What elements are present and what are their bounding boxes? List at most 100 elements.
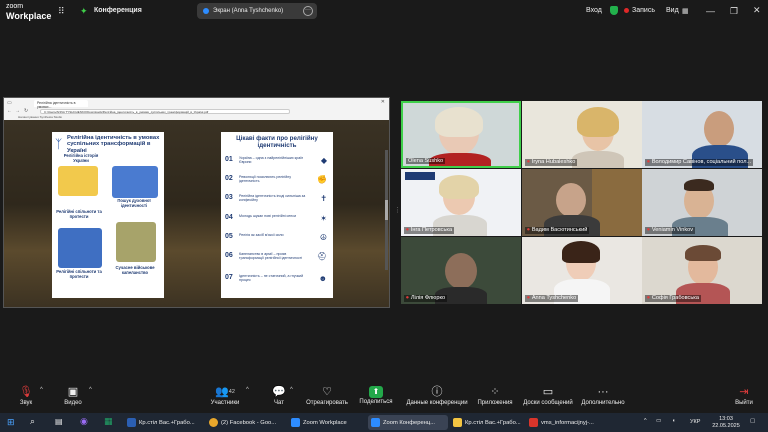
- fact-text: Ідентичність – не статичний, а гнучкий п…: [239, 274, 304, 283]
- restore-icon[interactable]: ❐: [730, 6, 738, 17]
- participant-tile[interactable]: Olena Sushko: [401, 101, 521, 168]
- volume-icon[interactable]: ◖: [672, 418, 675, 425]
- meeting-data-button[interactable]: ⓘ Данные конференции: [404, 383, 470, 407]
- leave-button[interactable]: ⇥ Выйти: [730, 383, 758, 407]
- youth-icon: ✶: [320, 214, 327, 223]
- security-shield-icon[interactable]: [610, 6, 618, 15]
- ukraine-map-icon: ◆: [320, 156, 327, 165]
- audio-caret-icon[interactable]: ^: [40, 387, 43, 393]
- task-view-icon[interactable]: ▤: [55, 417, 63, 426]
- soldier-illustration: [116, 222, 156, 262]
- taskbar-label: Zoom Конференц...: [383, 419, 436, 426]
- participant-tile[interactable]: ⏺ Anna Tyshchenko: [522, 237, 642, 304]
- fist-icon: ✊: [317, 175, 327, 184]
- chat-caret-icon[interactable]: ^: [290, 387, 293, 393]
- record-label[interactable]: Запись: [632, 7, 655, 14]
- taskbar-zoom-meeting[interactable]: Zoom Конференц...: [368, 415, 448, 430]
- participants-count: 42: [228, 389, 235, 395]
- brand-line2: Workplace: [6, 11, 52, 21]
- forward-arrow-icon[interactable]: →: [15, 108, 20, 114]
- more-button[interactable]: ··· Дополнительно: [578, 383, 628, 407]
- meeting-shield-icon[interactable]: ✦: [80, 6, 88, 17]
- minimize-icon[interactable]: —: [706, 6, 715, 16]
- muted-mic-icon: ⏺: [647, 295, 650, 301]
- view-grid-icon[interactable]: ▦: [682, 7, 689, 15]
- taskbar-zoom-workplace[interactable]: Zoom Workplace: [288, 415, 366, 430]
- participant-torso: [572, 151, 624, 168]
- language-indicator[interactable]: УКР: [690, 419, 700, 426]
- fact-number: 05: [225, 233, 233, 240]
- fact-item: 04 Молодь шукає нові релігійні сенси ✶: [225, 214, 329, 227]
- tray-chevron-icon[interactable]: ^: [644, 418, 647, 425]
- browser-tab[interactable]: Релігійна ідентичність в умовах...: [34, 100, 88, 109]
- viber-icon[interactable]: ◉: [80, 416, 88, 427]
- participant-tile[interactable]: ⏺ Iryna Hubaleshko: [522, 101, 642, 168]
- participant-tile[interactable]: ⏺ Інга Петровська: [401, 169, 521, 236]
- muted-mic-icon: ⏺: [406, 295, 409, 301]
- audio-button[interactable]: 🎙 Звук: [12, 383, 40, 407]
- participant-tile[interactable]: ⏺ Софія Грабовська: [642, 237, 762, 304]
- search-icon[interactable]: ⌕: [30, 416, 35, 427]
- taskbar-word[interactable]: Кр.стіл Вас.+Грабо...: [124, 415, 204, 430]
- heart-icon: ♡: [322, 386, 332, 398]
- chat-icon: 💬: [272, 386, 286, 398]
- fact-number: 02: [225, 175, 233, 182]
- bookmarks-bar[interactable]: Налаштування Synthesia Studio: [18, 115, 62, 119]
- more-options-icon[interactable]: ···: [303, 6, 313, 16]
- fact-item: 05 Релігія як засіб м'якої сили ☮: [225, 233, 329, 246]
- participant-tile[interactable]: ⏺ Veniamin Vinkov: [642, 169, 762, 236]
- split-handle-icon[interactable]: ⋮: [394, 206, 401, 214]
- participant-tile[interactable]: ⏺ Вадим Васютинський: [522, 169, 642, 236]
- meeting-data-label: Данные конференции: [406, 400, 468, 406]
- fact-text: Капеланство в армії – прояв трансформаці…: [239, 252, 303, 261]
- share-screen-button[interactable]: ⬆ Поделиться: [356, 383, 396, 406]
- participant-tile[interactable]: ⏺ Володимир Савінов, соціальний пол...: [642, 101, 762, 168]
- windows-start-icon[interactable]: ⊞: [7, 417, 15, 428]
- whiteboards-label: Доски сообщений: [523, 400, 573, 406]
- reload-icon[interactable]: ↻: [24, 108, 28, 114]
- participant-name: ⏺ Софія Грабовська: [645, 295, 701, 302]
- participants-button[interactable]: 👥42 Участники: [206, 383, 244, 407]
- chat-button[interactable]: 💬 Чат: [266, 383, 292, 407]
- participant-name: ⏺ Лілія Флюрко: [404, 295, 448, 302]
- back-arrow-icon[interactable]: ←: [7, 108, 12, 114]
- taskbar-chrome[interactable]: (2) Facebook - Goo...: [206, 415, 286, 430]
- login-button[interactable]: Вход: [586, 7, 602, 14]
- browser-close-icon[interactable]: ✕: [381, 99, 385, 105]
- close-icon[interactable]: ✕: [753, 5, 761, 16]
- react-button[interactable]: ♡ Отреагировать: [304, 383, 350, 407]
- taskbar-folder[interactable]: Кр.стіл Вас.+Грабо...: [450, 415, 522, 430]
- muted-mic-icon: ⏺: [647, 159, 650, 165]
- apps-button[interactable]: ⁘ Приложения: [474, 383, 516, 407]
- participant-hair: [439, 175, 479, 199]
- network-icon[interactable]: ▭: [656, 418, 661, 425]
- screen-share-indicator[interactable]: Экран (Anna Tyshchenko) ···: [197, 3, 317, 19]
- notifications-icon[interactable]: ▢: [750, 418, 755, 425]
- participants-icon: 👥42: [215, 386, 235, 398]
- excel-icon[interactable]: ▦: [104, 416, 113, 427]
- view-button[interactable]: Вид: [666, 7, 679, 14]
- cross-icon: ✝: [320, 194, 327, 203]
- video-button[interactable]: ▣ Видео: [58, 383, 88, 407]
- participant-name: Olena Sushko: [406, 158, 446, 164]
- pdf-icon: [529, 418, 538, 427]
- scrollbar[interactable]: [385, 150, 388, 270]
- slide1-title: Релігійна ідентичність в умовах суспільн…: [67, 135, 160, 154]
- whiteboards-button[interactable]: ▭ Доски сообщений: [520, 383, 576, 407]
- video-caret-icon[interactable]: ^: [89, 387, 92, 393]
- grid-view-icon[interactable]: ⠿: [58, 6, 65, 17]
- participants-caret-icon[interactable]: ^: [246, 387, 249, 393]
- audio-label: Звук: [19, 400, 33, 406]
- scrollbar-thumb[interactable]: [385, 200, 388, 220]
- share-dot-icon: [203, 8, 209, 14]
- fact-item: 02 Революції посилюють релігійну ідентичн…: [225, 175, 329, 188]
- word-icon: [127, 418, 136, 427]
- address-bar[interactable]: C:/Users/ANNA TYSHCHENKO/Downloads/Реліг…: [40, 109, 290, 114]
- browser-menu-icon[interactable]: ▭: [7, 100, 12, 106]
- meeting-title[interactable]: Конференция: [94, 7, 142, 14]
- participant-tile[interactable]: ⏺ Лілія Флюрко: [401, 237, 521, 304]
- taskbar-label: Кр.стіл Вас.+Грабо...: [465, 419, 521, 426]
- clock[interactable]: 13:03 22.05.2025: [708, 416, 744, 430]
- fact-text: Релігія як засіб м'якої сили: [239, 233, 284, 237]
- taskbar-pdf[interactable]: vms_informacijnyj-...: [526, 415, 612, 430]
